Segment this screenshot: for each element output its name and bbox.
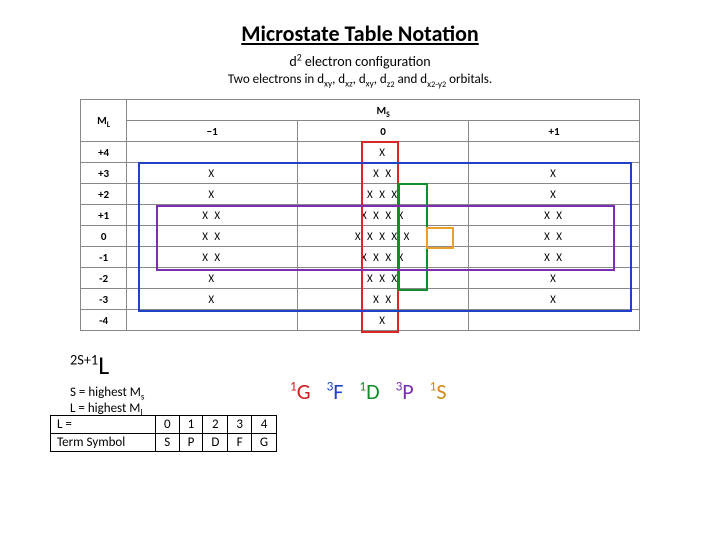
microstate-cell: X xyxy=(298,142,469,163)
microstate-cell xyxy=(127,142,298,163)
microstate-cell: X X X X xyxy=(298,247,469,268)
legend-val: S xyxy=(156,434,180,452)
legend-val: 2 xyxy=(203,416,228,434)
microstate-cell: X X xyxy=(127,247,298,268)
microstate-cell: X X xyxy=(298,289,469,310)
legend-val: 1 xyxy=(179,416,203,434)
microstate-cell: X X X X X xyxy=(298,226,469,247)
microstate-cell: X xyxy=(127,184,298,205)
term-symbol: 1S xyxy=(430,378,447,405)
config-line: d2 electron configuration xyxy=(30,53,690,70)
ml-value: -4 xyxy=(81,310,127,331)
microstate-cell: X xyxy=(469,289,640,310)
ml-header: ML xyxy=(81,100,127,142)
microstate-table: ML MS −1 0 +1 +4X+3XX XX+2XX X XX+1X XX … xyxy=(80,99,640,331)
page-title: Microstate Table Notation xyxy=(30,20,690,47)
microstate-cell: X xyxy=(298,310,469,331)
terms-list: 1G 3F 1D 3P 1S xyxy=(290,378,690,405)
ml-value: +2 xyxy=(81,184,127,205)
ml-value: +3 xyxy=(81,163,127,184)
legend-val: P xyxy=(179,434,203,452)
microstate-cell: X xyxy=(127,163,298,184)
term-symbol: 1G xyxy=(290,378,311,405)
microstate-cell: X X xyxy=(469,247,640,268)
ml-value: +4 xyxy=(81,142,127,163)
microstate-cell: X X X X xyxy=(298,205,469,226)
legend-val: D xyxy=(203,434,228,452)
microstate-cell: X X xyxy=(127,205,298,226)
ml-value: -1 xyxy=(81,247,127,268)
microstate-cell: X X xyxy=(127,226,298,247)
microstate-cell: X X X xyxy=(298,184,469,205)
term-symbol-formula: 2S+1L xyxy=(70,349,690,381)
term-symbol: 3F xyxy=(327,378,344,405)
legend-table: L = 0 1 2 3 4 Term Symbol S P D F G xyxy=(50,415,277,452)
ml-value: 0 xyxy=(81,226,127,247)
ml-value: -2 xyxy=(81,268,127,289)
legend-val: F xyxy=(228,434,252,452)
ms-header: MS xyxy=(127,100,640,121)
microstate-cell xyxy=(469,310,640,331)
term-symbol: 1D xyxy=(359,378,379,405)
microstate-cell: X X X xyxy=(298,268,469,289)
microstate-table-wrap: ML MS −1 0 +1 +4X+3XX XX+2XX X XX+1X XX … xyxy=(80,99,640,331)
ms-col-neg1: −1 xyxy=(127,121,298,142)
legend-val: 4 xyxy=(251,416,276,434)
legend-term-label: Term Symbol xyxy=(51,434,156,452)
microstate-cell xyxy=(469,142,640,163)
microstate-cell xyxy=(127,310,298,331)
ms-col-0: 0 xyxy=(298,121,469,142)
ml-value: +1 xyxy=(81,205,127,226)
ms-col-pos1: +1 xyxy=(469,121,640,142)
microstate-cell: X xyxy=(127,268,298,289)
microstate-cell: X xyxy=(469,184,640,205)
legend-L-label: L = xyxy=(51,416,156,434)
legend-val: G xyxy=(251,434,276,452)
microstate-cell: X xyxy=(469,268,640,289)
legend-val: 0 xyxy=(156,416,180,434)
microstate-cell: X X xyxy=(298,163,469,184)
ml-value: -3 xyxy=(81,289,127,310)
microstate-cell: X xyxy=(127,289,298,310)
term-symbol: 3P xyxy=(396,378,414,405)
legend-val: 3 xyxy=(228,416,252,434)
microstate-cell: X X xyxy=(469,205,640,226)
orbitals-line: Two electrons in dxy, dxz, dxy, dz2 and … xyxy=(30,72,690,87)
microstate-cell: X X xyxy=(469,226,640,247)
microstate-cell: X xyxy=(469,163,640,184)
